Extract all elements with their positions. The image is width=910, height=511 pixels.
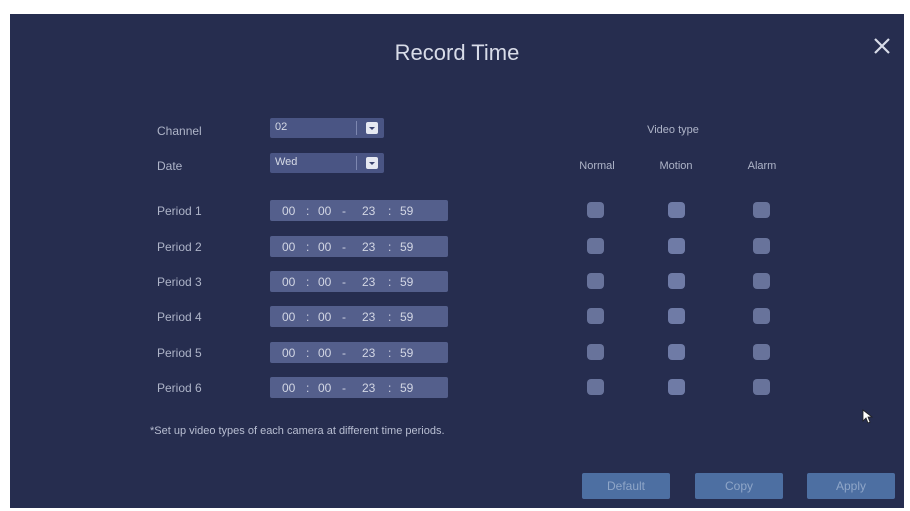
checkbox-normal-period-6[interactable] — [587, 379, 604, 395]
checkbox-normal-period-2[interactable] — [587, 238, 604, 254]
start-hour-field[interactable]: 00 — [282, 381, 295, 395]
start-minute-field[interactable]: 00 — [318, 204, 331, 218]
period-time-range[interactable]: 00:00-23:59 — [270, 236, 448, 257]
start-hour-field[interactable]: 00 — [282, 240, 295, 254]
time-separator: : — [306, 381, 310, 395]
checkbox-motion-period-6[interactable] — [668, 379, 685, 395]
copy-button[interactable]: Copy — [695, 473, 783, 499]
start-hour-field[interactable]: 00 — [282, 275, 295, 289]
mouse-pointer-icon — [862, 409, 874, 424]
range-separator: - — [342, 275, 346, 289]
select-divider — [356, 156, 357, 170]
end-minute-field[interactable]: 59 — [400, 240, 413, 254]
end-hour-field[interactable]: 23 — [362, 346, 375, 360]
period-time-range[interactable]: 00:00-23:59 — [270, 200, 448, 221]
start-hour-field[interactable]: 00 — [282, 346, 295, 360]
chevron-down-icon[interactable] — [366, 122, 378, 134]
date-value: Wed — [275, 156, 298, 168]
column-alarm: Alarm — [747, 160, 777, 172]
time-separator: : — [388, 310, 392, 324]
range-separator: - — [342, 240, 346, 254]
end-hour-field[interactable]: 23 — [362, 381, 375, 395]
range-separator: - — [342, 346, 346, 360]
time-separator: : — [388, 240, 392, 254]
end-hour-field[interactable]: 23 — [362, 310, 375, 324]
period-label: Period 3 — [157, 275, 202, 289]
checkbox-alarm-period-2[interactable] — [753, 238, 770, 254]
date-select[interactable]: Wed — [270, 153, 384, 173]
end-hour-field[interactable]: 23 — [362, 240, 375, 254]
checkbox-normal-period-1[interactable] — [587, 202, 604, 218]
period-time-range[interactable]: 00:00-23:59 — [270, 271, 448, 292]
checkbox-motion-period-4[interactable] — [668, 308, 685, 324]
channel-label: Channel — [157, 124, 202, 138]
end-hour-field[interactable]: 23 — [362, 275, 375, 289]
time-separator: : — [306, 310, 310, 324]
time-separator: : — [306, 275, 310, 289]
checkbox-alarm-period-1[interactable] — [753, 202, 770, 218]
checkbox-normal-period-5[interactable] — [587, 344, 604, 360]
column-normal: Normal — [579, 160, 615, 172]
video-type-heading: Video type — [647, 124, 699, 136]
checkbox-alarm-period-4[interactable] — [753, 308, 770, 324]
start-hour-field[interactable]: 00 — [282, 310, 295, 324]
time-separator: : — [306, 204, 310, 218]
select-divider — [356, 121, 357, 135]
default-button[interactable]: Default — [582, 473, 670, 499]
apply-button[interactable]: Apply — [807, 473, 895, 499]
close-icon — [874, 38, 890, 54]
end-hour-field[interactable]: 23 — [362, 204, 375, 218]
time-separator: : — [388, 381, 392, 395]
checkbox-alarm-period-3[interactable] — [753, 273, 770, 289]
period-label: Period 2 — [157, 240, 202, 254]
period-time-range[interactable]: 00:00-23:59 — [270, 342, 448, 363]
checkbox-motion-period-2[interactable] — [668, 238, 685, 254]
dialog-title: Record Time — [394, 40, 520, 65]
start-minute-field[interactable]: 00 — [318, 310, 331, 324]
checkbox-normal-period-4[interactable] — [587, 308, 604, 324]
range-separator: - — [342, 310, 346, 324]
period-label: Period 5 — [157, 346, 202, 360]
end-minute-field[interactable]: 59 — [400, 204, 413, 218]
end-minute-field[interactable]: 59 — [400, 381, 413, 395]
column-motion: Motion — [659, 160, 693, 172]
channel-value: 02 — [275, 121, 288, 133]
start-hour-field[interactable]: 00 — [282, 204, 295, 218]
chevron-down-icon[interactable] — [366, 157, 378, 169]
end-minute-field[interactable]: 59 — [400, 310, 413, 324]
time-separator: : — [306, 240, 310, 254]
period-label: Period 1 — [157, 204, 202, 218]
checkbox-normal-period-3[interactable] — [587, 273, 604, 289]
range-separator: - — [342, 204, 346, 218]
checkbox-motion-period-5[interactable] — [668, 344, 685, 360]
close-button[interactable] — [870, 34, 894, 58]
time-separator: : — [388, 204, 392, 218]
checkbox-alarm-period-6[interactable] — [753, 379, 770, 395]
start-minute-field[interactable]: 00 — [318, 275, 331, 289]
time-separator: : — [388, 275, 392, 289]
time-separator: : — [306, 346, 310, 360]
start-minute-field[interactable]: 00 — [318, 381, 331, 395]
end-minute-field[interactable]: 59 — [400, 346, 413, 360]
period-time-range[interactable]: 00:00-23:59 — [270, 377, 448, 398]
checkbox-motion-period-1[interactable] — [668, 202, 685, 218]
end-minute-field[interactable]: 59 — [400, 275, 413, 289]
checkbox-alarm-period-5[interactable] — [753, 344, 770, 360]
period-label: Period 4 — [157, 310, 202, 324]
time-separator: : — [388, 346, 392, 360]
period-label: Period 6 — [157, 381, 202, 395]
date-label: Date — [157, 159, 183, 173]
channel-select[interactable]: 02 — [270, 118, 384, 138]
start-minute-field[interactable]: 00 — [318, 346, 331, 360]
range-separator: - — [342, 381, 346, 395]
period-time-range[interactable]: 00:00-23:59 — [270, 306, 448, 327]
record-time-dialog: Record Time Channel 02 Date Wed Period 1… — [10, 14, 904, 508]
help-note: *Set up video types of each camera at di… — [150, 425, 445, 437]
start-minute-field[interactable]: 00 — [318, 240, 331, 254]
checkbox-motion-period-3[interactable] — [668, 273, 685, 289]
